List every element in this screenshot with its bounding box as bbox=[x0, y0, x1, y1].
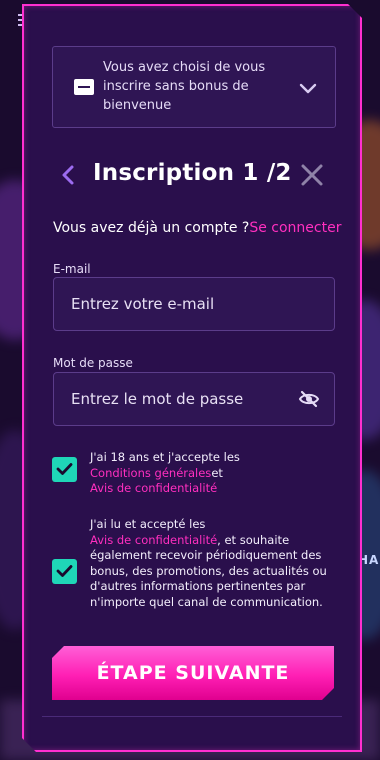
marketing-checkbox[interactable] bbox=[52, 559, 77, 584]
marketing-privacy-link[interactable]: Avis de confidentialité bbox=[90, 533, 217, 547]
modal-header: Inscription 1 /2 bbox=[52, 156, 334, 196]
marketing-consent-text: J'ai lu et accepté les Avis de confident… bbox=[90, 517, 335, 610]
next-step-button[interactable]: ÉTAPE SUIVANTE bbox=[52, 646, 334, 700]
marketing-prefix: J'ai lu et accepté les bbox=[90, 517, 206, 531]
checkmark-icon bbox=[56, 564, 73, 578]
eye-slash-icon[interactable] bbox=[298, 390, 320, 408]
email-field-wrapper bbox=[53, 277, 335, 331]
email-field[interactable] bbox=[54, 278, 334, 330]
password-field[interactable] bbox=[54, 373, 334, 425]
bonus-selector-text: Vous avez choisi de vous inscrire sans b… bbox=[103, 60, 266, 113]
checkmark-icon bbox=[56, 462, 73, 476]
modal-footer-divider bbox=[42, 716, 342, 737]
back-arrow-icon[interactable] bbox=[60, 164, 76, 186]
password-label: Mot de passe bbox=[53, 356, 133, 370]
terms-consent-text: J'ai 18 ans et j'accepte les Conditions … bbox=[90, 450, 335, 497]
terms-checkbox[interactable] bbox=[52, 457, 77, 482]
close-icon[interactable] bbox=[300, 163, 324, 187]
terms-link[interactable]: Conditions générales bbox=[90, 466, 211, 480]
privacy-link[interactable]: Avis de confidentialité bbox=[90, 481, 217, 495]
password-field-wrapper bbox=[53, 372, 335, 426]
registration-modal: Vous avez choisi de vous inscrire sans b… bbox=[22, 4, 362, 752]
terms-prefix: J'ai 18 ans et j'accepte les bbox=[90, 450, 240, 464]
bonus-selector[interactable]: Vous avez choisi de vous inscrire sans b… bbox=[52, 46, 336, 128]
no-bonus-icon bbox=[74, 79, 94, 95]
email-label: E-mail bbox=[53, 262, 91, 276]
login-link[interactable]: Se connecter bbox=[249, 220, 341, 236]
login-question: Vous avez déjà un compte ? bbox=[53, 220, 250, 236]
terms-and: et bbox=[211, 465, 223, 480]
page-title: Inscription 1 /2 bbox=[93, 160, 292, 186]
chevron-down-icon[interactable] bbox=[297, 77, 319, 99]
login-prompt: Vous avez déjà un compte ?Se connecter bbox=[53, 220, 341, 236]
